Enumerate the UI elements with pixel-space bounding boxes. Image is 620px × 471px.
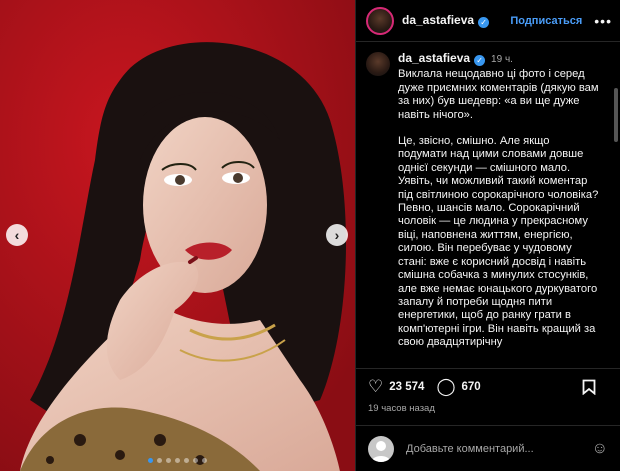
heart-icon: ♡ bbox=[368, 376, 384, 396]
carousel-dot[interactable] bbox=[175, 458, 180, 463]
current-user-avatar[interactable] bbox=[368, 435, 394, 462]
chevron-left-icon: ‹ bbox=[14, 227, 20, 243]
comment-composer: ☺ bbox=[356, 425, 620, 471]
caption-paragraph: Це, звісно, смішно. Але якщо подумати на… bbox=[398, 135, 599, 349]
bookmark-icon bbox=[582, 379, 596, 395]
caption-area: da_astafieva ✓ 19 ч. Виклала нещодавно ці … bbox=[356, 42, 620, 363]
author-username[interactable]: da_astafieva ✓ bbox=[402, 13, 490, 28]
post-viewer: ‹ › da_astafieva ✓ Подписаться ••• da_ast… bbox=[0, 0, 620, 471]
post-header: da_astafieva ✓ Подписаться ••• bbox=[356, 0, 620, 42]
carousel-dot[interactable] bbox=[202, 458, 207, 463]
caption-time: 19 ч. bbox=[491, 54, 513, 65]
comment-input[interactable] bbox=[404, 441, 578, 456]
speech-bubble-icon: ◯ bbox=[436, 376, 456, 396]
comment-button[interactable]: ◯ 670 bbox=[436, 377, 480, 397]
post-side-panel: da_astafieva ✓ Подписаться ••• da_astafie… bbox=[355, 0, 620, 471]
like-count: 23 574 bbox=[389, 380, 425, 393]
post-photo[interactable]: ‹ › bbox=[0, 0, 355, 471]
like-button[interactable]: ♡ 23 574 bbox=[368, 377, 424, 397]
comment-count: 670 bbox=[461, 380, 481, 393]
verified-badge-icon: ✓ bbox=[478, 17, 490, 28]
caption-text: da_astafieva ✓ 19 ч. Виклала нещодавно ці … bbox=[398, 51, 600, 363]
caption-author-avatar[interactable] bbox=[366, 52, 390, 76]
portrait-illustration bbox=[0, 0, 355, 471]
author-avatar[interactable] bbox=[366, 6, 394, 35]
carousel-dot[interactable] bbox=[166, 458, 171, 463]
verified-badge-icon: ✓ bbox=[474, 55, 486, 66]
carousel-dot[interactable] bbox=[184, 458, 189, 463]
carousel-prev-button[interactable]: ‹ bbox=[6, 224, 28, 246]
carousel-dot-active[interactable] bbox=[148, 458, 153, 463]
scrollbar-thumb[interactable] bbox=[614, 88, 618, 142]
caption-paragraph: Виклала нещодавно ці фото і серед дуже п… bbox=[398, 68, 599, 121]
user-silhouette-icon bbox=[371, 440, 391, 462]
posted-time: 19 часов назад bbox=[368, 403, 435, 414]
carousel-dot[interactable] bbox=[157, 458, 162, 463]
more-options-icon[interactable]: ••• bbox=[594, 13, 612, 29]
caption-author-username[interactable]: da_astafieva ✓ bbox=[398, 51, 486, 66]
carousel-dots bbox=[0, 458, 355, 463]
carousel-dot[interactable] bbox=[193, 458, 198, 463]
follow-button[interactable]: Подписаться bbox=[510, 15, 582, 27]
action-bar: ♡ 23 574 ◯ 670 bbox=[356, 368, 620, 404]
carousel-next-button[interactable]: › bbox=[326, 224, 348, 246]
chevron-right-icon: › bbox=[334, 227, 340, 243]
save-button[interactable] bbox=[582, 379, 596, 395]
emoji-icon[interactable]: ☺ bbox=[592, 440, 608, 458]
